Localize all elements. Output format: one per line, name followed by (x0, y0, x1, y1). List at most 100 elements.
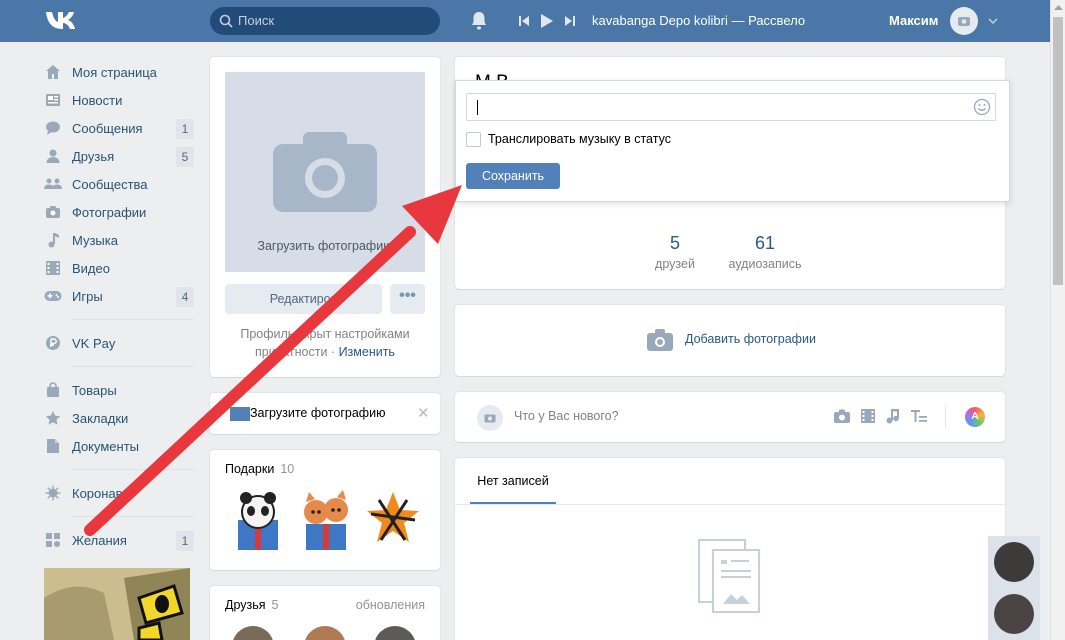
sidebar-ad-image[interactable] (44, 568, 190, 640)
broadcast-music-label[interactable]: Транслировать музыку в статус (488, 132, 671, 146)
sidebar-item-messages[interactable]: Сообщения 1 (44, 114, 194, 142)
sidebar-item-video[interactable]: Видео (44, 254, 194, 282)
previous-icon[interactable] (518, 15, 530, 27)
camera-icon (273, 132, 377, 212)
save-button[interactable]: Сохранить (466, 163, 560, 189)
friends-stat[interactable]: 5 друзей (640, 233, 710, 271)
games-icon (44, 287, 62, 305)
user-name[interactable]: Максим (889, 13, 938, 28)
play-icon[interactable] (540, 13, 554, 29)
chevron-down-icon[interactable] (988, 17, 998, 25)
friends-stat-number: 5 (669, 233, 680, 253)
goods-icon (44, 381, 62, 399)
sidebar-item-photos[interactable]: Фотографии (44, 198, 194, 226)
sidebar-item-label: Документы (72, 438, 140, 454)
sidebar-item-label: Фотографии (72, 204, 147, 220)
search-icon (219, 14, 233, 28)
text-caret (477, 100, 478, 115)
change-privacy-link[interactable]: Изменить (339, 345, 395, 359)
emoji-icon[interactable] (973, 98, 991, 116)
chat-sidebar (988, 536, 1040, 640)
sidebar-item-music[interactable]: Музыка (44, 226, 194, 254)
tab-no-posts[interactable]: Нет записей (470, 458, 556, 504)
close-icon[interactable]: ✕ (417, 404, 430, 422)
gift-cats-icon[interactable] (298, 490, 354, 552)
left-sidebar: Моя страница Новости Сообщения 1 Друзья … (44, 58, 194, 554)
friends-count: 5 (271, 598, 279, 612)
sidebar-item-label: Закладки (72, 410, 129, 426)
sidebar-item-coronavirus[interactable]: Коронав (44, 479, 194, 507)
upload-photo-label[interactable]: Загрузить фотографию (225, 239, 425, 253)
sidebar-item-friends[interactable]: Друзья 5 (44, 142, 194, 170)
sidebar-item-my-page[interactable]: Моя страница (44, 58, 194, 86)
status-input[interactable] (466, 93, 996, 121)
friend-avatar[interactable] (304, 626, 346, 640)
profile-photo-card: Загрузить фотографию Редактиров ••• Проф… (210, 57, 440, 377)
video-attach-icon[interactable] (860, 408, 876, 424)
add-photos-card[interactable]: Добавить фотографии (455, 305, 1005, 376)
sidebar-item-label: Игры (72, 288, 103, 304)
upload-photo-banner[interactable]: Загрузите фотографию ✕ (210, 393, 440, 434)
edit-profile-button[interactable]: Редактиров (225, 284, 382, 314)
chat-contact-avatar[interactable] (994, 542, 1034, 582)
sidebar-divider (72, 319, 194, 320)
next-icon[interactable] (564, 15, 576, 27)
gift-ribbon-star-icon[interactable] (365, 490, 421, 552)
games-count-badge: 4 (176, 287, 194, 307)
post-attachments-divider (945, 405, 946, 429)
friends-stat-label: друзей (655, 257, 695, 271)
sidebar-item-documents[interactable]: Документы (44, 432, 194, 460)
chat-contact-avatar[interactable] (994, 594, 1034, 634)
photos-icon (44, 203, 62, 221)
friends-updates-link[interactable]: обновления (356, 598, 425, 612)
post-settings-avatar[interactable]: A (965, 407, 985, 427)
gift-panda-icon[interactable] (230, 490, 286, 552)
photo-attach-icon[interactable] (833, 408, 851, 424)
profile-avatar-placeholder[interactable]: Загрузить фотографию (225, 72, 425, 272)
user-avatar[interactable] (950, 7, 978, 35)
sidebar-divider (72, 366, 194, 367)
sidebar-item-games[interactable]: Игры 4 (44, 282, 194, 310)
page-scrollbar[interactable] (1050, 0, 1065, 640)
sidebar-item-label: Видео (72, 260, 110, 276)
sidebar-item-vk-pay[interactable]: VK Pay (44, 329, 194, 357)
unread-count-badge: 1 (176, 119, 194, 139)
friend-avatar[interactable] (232, 626, 274, 640)
gifts-title[interactable]: Подарки 10 (225, 462, 294, 476)
sidebar-item-goods[interactable]: Товары (44, 376, 194, 404)
sidebar-item-communities[interactable]: Сообщества (44, 170, 194, 198)
bell-icon[interactable] (470, 11, 488, 31)
audio-stat[interactable]: 61 аудиозапись (720, 233, 810, 271)
sidebar-item-bookmarks[interactable]: Закладки (44, 404, 194, 432)
sidebar-item-label: Сообщения (72, 120, 143, 136)
upload-banner-label: Загрузите фотографию (250, 406, 386, 420)
post-input[interactable]: Что у Вас нового? (514, 409, 619, 423)
sidebar-item-label: Желания (72, 532, 127, 548)
friends-title[interactable]: Друзья 5 (225, 598, 279, 612)
post-attachments (833, 408, 928, 424)
sidebar-item-label: Музыка (72, 232, 118, 248)
now-playing-track[interactable]: kavabanga Depo kolibri — Рассвело (592, 13, 805, 28)
article-icon[interactable] (910, 408, 928, 424)
friends-icon (44, 147, 62, 165)
sidebar-item-label: Новости (72, 92, 123, 108)
broadcast-music-checkbox[interactable] (466, 132, 481, 147)
music-attach-icon[interactable] (885, 408, 901, 424)
music-icon (44, 231, 62, 249)
audio-player-controls (518, 13, 576, 29)
wall-block: Нет записей (455, 458, 1005, 640)
search-input[interactable]: Поиск (210, 7, 440, 35)
news-icon (44, 91, 62, 109)
sidebar-item-news[interactable]: Новости (44, 86, 194, 114)
documents-icon (44, 437, 62, 455)
sidebar-item-label: Товары (72, 382, 117, 398)
privacy-notice: Профиль скрыт настройками приватности · … (225, 325, 425, 361)
vk-logo-icon[interactable] (44, 10, 78, 32)
sidebar-item-wishes[interactable]: Желания 1 (44, 526, 194, 554)
more-options-button[interactable]: ••• (390, 284, 425, 314)
scroll-up-icon[interactable] (1054, 4, 1063, 10)
friend-avatar[interactable] (374, 626, 416, 640)
wishes-icon (44, 531, 62, 549)
camera-icon (958, 17, 970, 26)
scrollbar-thumb[interactable] (1053, 17, 1063, 285)
